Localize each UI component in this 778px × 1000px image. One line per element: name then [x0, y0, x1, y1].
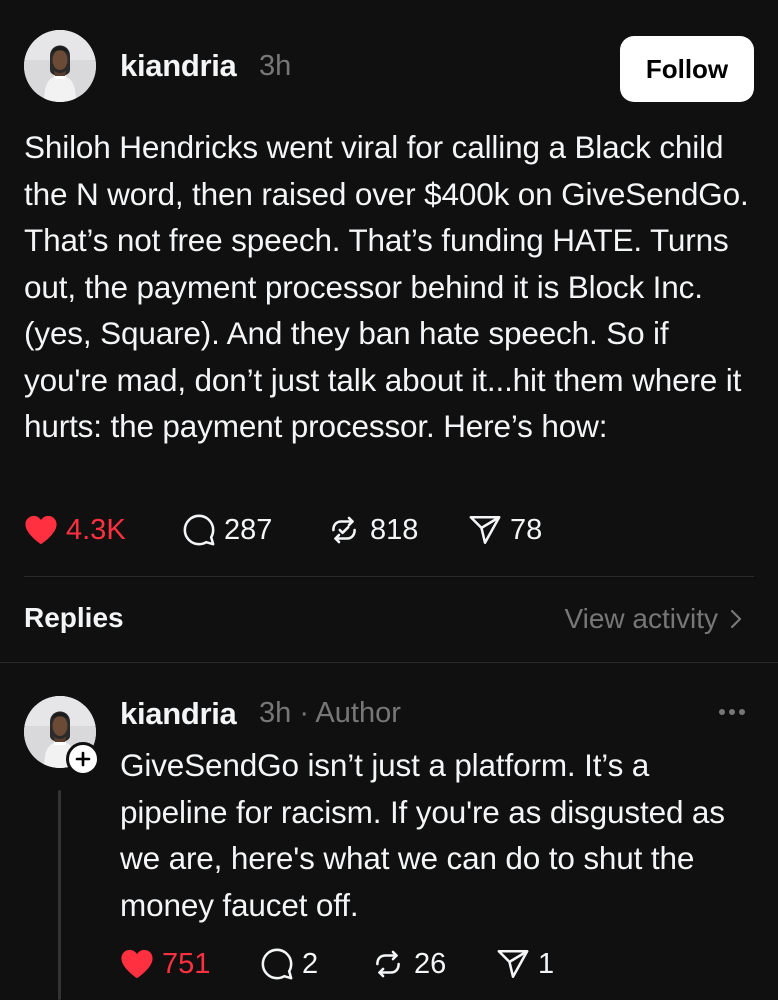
send-icon	[497, 949, 529, 979]
chevron-right-icon	[730, 609, 742, 629]
follow-plus-badge[interactable]	[66, 742, 100, 776]
comment-bubble-icon	[261, 948, 293, 980]
heart-icon	[25, 515, 57, 545]
divider	[0, 662, 778, 663]
reply-count: 287	[224, 513, 273, 546]
thread-page: kiandria 3h Follow Shiloh Hendricks went…	[0, 0, 778, 1000]
reply-reply-button[interactable]: 2	[260, 944, 318, 984]
reply-button[interactable]: 287	[182, 510, 272, 550]
heart-icon	[121, 949, 153, 979]
author-username[interactable]: kiandria	[120, 48, 237, 84]
reply-share-button[interactable]: 1	[496, 944, 554, 984]
reply-meta: 3h · Author	[259, 697, 401, 729]
reply-body: GiveSendGo isn’t just a platform. It’s a…	[120, 747, 725, 923]
divider	[24, 576, 754, 577]
reply-repost-button[interactable]: 26	[370, 944, 446, 984]
reply-share-count: 1	[538, 947, 555, 980]
more-options-button[interactable]	[714, 700, 750, 724]
repost-icon	[332, 516, 356, 544]
comment-bubble-icon	[183, 514, 215, 546]
post-body: Shiloh Hendricks went viral for calling …	[24, 129, 749, 444]
more-horizontal-icon	[719, 709, 745, 715]
like-count: 4.3K	[66, 513, 126, 546]
repost-count: 818	[370, 513, 419, 546]
view-activity-label: View activity	[564, 603, 718, 634]
reply-repost-count: 26	[414, 947, 447, 980]
share-button[interactable]: 78	[468, 510, 542, 550]
repost-icon	[376, 950, 400, 978]
author-avatar[interactable]	[24, 30, 96, 102]
follow-button[interactable]: Follow	[620, 36, 754, 102]
reply-author-username[interactable]: kiandria	[120, 696, 237, 732]
repost-button[interactable]: 818	[326, 510, 418, 550]
send-icon	[469, 515, 501, 545]
reply-action-bar: 751 2 26 1	[0, 944, 778, 984]
share-count: 78	[510, 513, 543, 546]
post-timestamp: 3h	[259, 50, 292, 82]
plus-icon	[75, 751, 91, 767]
replies-heading: Replies	[24, 602, 124, 633]
reply-like-count: 751	[162, 947, 211, 980]
reply-like-button[interactable]: 751	[120, 944, 210, 984]
reply-reply-count: 2	[302, 947, 319, 980]
view-activity-link[interactable]: View activity	[564, 603, 742, 635]
like-button[interactable]: 4.3K	[24, 510, 126, 550]
post-action-bar: 4.3K 287 818 78	[0, 510, 778, 550]
